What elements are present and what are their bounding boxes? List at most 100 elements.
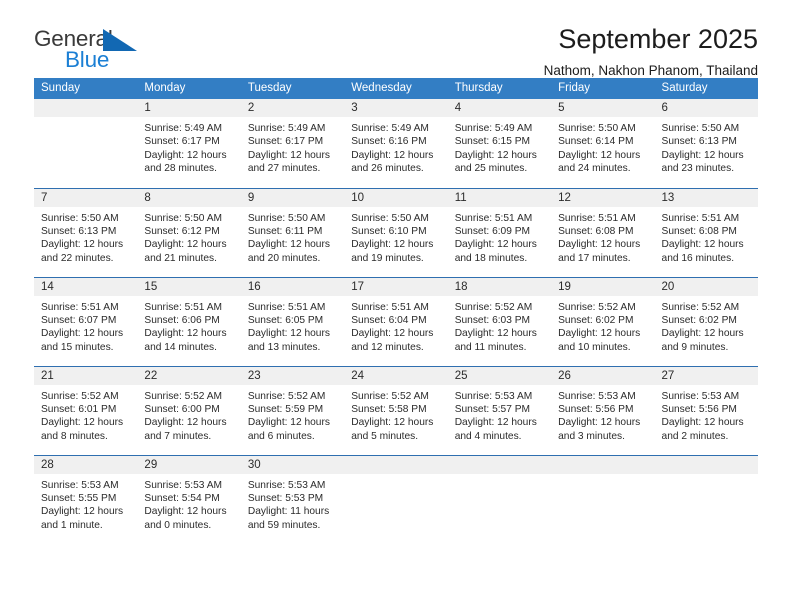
calendar-day-cell[interactable]: 2 Sunrise: 5:49 AM Sunset: 6:17 PM Daylight… [240, 99, 345, 188]
sunrise-text: Sunrise: 5:52 AM [144, 390, 223, 402]
calendar-day-cell[interactable]: 21 Sunrise: 5:52 AM Sunset: 6:01 PM Dayligh… [34, 365, 138, 455]
day-cell-details: Sunrise: 5:49 AM Sunset: 6:17 PM Daylight:… [137, 117, 240, 176]
daylight-text: Daylight: 12 hours and 8 minutes. [41, 417, 124, 442]
page-header: General Blue September 2025 Nathom, Nakh… [34, 0, 758, 78]
page-title: September 2025 [558, 24, 758, 54]
day-number: 8 [137, 188, 241, 207]
day-cell-details: Sunrise: 5:53 AM Sunset: 5:55 PM Daylight:… [34, 474, 137, 533]
calendar-day-cell[interactable]: 19 Sunrise: 5:52 AM Sunset: 6:02 PM Dayligh… [551, 276, 655, 366]
calendar-day-cell[interactable]: 30 Sunrise: 5:53 AM Sunset: 5:53 PM Dayligh… [240, 454, 345, 544]
daylight-text: Daylight: 12 hours and 27 minutes. [247, 149, 330, 175]
day-number: 26 [551, 366, 655, 385]
day-cell-details: Sunrise: 5:50 AM Sunset: 6:10 PM Daylight:… [344, 207, 447, 266]
calendar-day-cell[interactable]: 13 Sunrise: 5:51 AM Sunset: 6:08 PM Dayligh… [654, 187, 758, 277]
daylight-text: Daylight: 12 hours and 9 minutes. [661, 328, 744, 353]
sunset-text: Sunset: 6:11 PM [247, 225, 323, 237]
day-number [344, 455, 448, 474]
daylight-text: Daylight: 12 hours and 7 minutes. [144, 417, 227, 442]
day-cell-inner: 11 Sunrise: 5:51 AM Sunset: 6:09 PM Dayligh… [447, 188, 552, 277]
weekday-header-wednesday: Wednesday [344, 78, 448, 99]
calendar-day-cell[interactable]: 16 Sunrise: 5:51 AM Sunset: 6:05 PM Dayligh… [240, 276, 345, 366]
day-cell-inner: 7 Sunrise: 5:50 AM Sunset: 6:13 PM Daylight… [34, 188, 138, 277]
daylight-text: Daylight: 12 hours and 16 minutes. [661, 239, 744, 264]
calendar-day-cell[interactable]: 10 Sunrise: 5:50 AM Sunset: 6:10 PM Dayligh… [344, 187, 448, 277]
calendar-day-cell[interactable]: 22 Sunrise: 5:52 AM Sunset: 6:00 PM Dayligh… [137, 365, 241, 455]
sunrise-text: Sunrise: 5:52 AM [247, 390, 326, 402]
calendar-day-cell[interactable]: 8 Sunrise: 5:50 AM Sunset: 6:12 PM Daylight… [137, 187, 241, 277]
calendar-week-row: 14 Sunrise: 5:51 AM Sunset: 6:07 PM Dayligh… [34, 276, 758, 366]
day-cell-inner: 8 Sunrise: 5:50 AM Sunset: 6:12 PM Daylight… [137, 188, 241, 277]
calendar-day-cell[interactable]: 18 Sunrise: 5:52 AM Sunset: 6:03 PM Dayligh… [447, 276, 552, 366]
day-cell-inner [654, 455, 758, 545]
sunset-text: Sunset: 5:57 PM [454, 403, 531, 415]
calendar-day-cell[interactable]: 14 Sunrise: 5:51 AM Sunset: 6:07 PM Dayligh… [34, 276, 138, 366]
calendar-day-cell[interactable]: 1 Sunrise: 5:49 AM Sunset: 6:17 PM Daylight… [137, 99, 241, 188]
calendar-page: General Blue September 2025 Nathom, Nakh… [0, 0, 792, 612]
daylight-text: Daylight: 12 hours and 12 minutes. [351, 328, 434, 353]
day-cell-details: Sunrise: 5:52 AM Sunset: 6:02 PM Daylight:… [655, 296, 758, 355]
calendar-day-cell[interactable]: 20 Sunrise: 5:52 AM Sunset: 6:02 PM Dayligh… [654, 276, 758, 366]
day-cell-inner: 5 Sunrise: 5:50 AM Sunset: 6:14 PM Daylight… [551, 99, 655, 188]
calendar-day-cell[interactable]: 9 Sunrise: 5:50 AM Sunset: 6:11 PM Daylight… [240, 187, 345, 277]
calendar-week-row: 1 Sunrise: 5:49 AM Sunset: 6:17 PM Daylight… [34, 99, 758, 188]
sunset-text: Sunset: 6:04 PM [351, 314, 427, 326]
calendar-day-cell[interactable]: 3 Sunrise: 5:49 AM Sunset: 6:16 PM Daylight… [344, 99, 448, 188]
calendar-day-cell[interactable]: 27 Sunrise: 5:53 AM Sunset: 5:56 PM Dayligh… [654, 365, 758, 455]
calendar-day-cell[interactable]: 17 Sunrise: 5:51 AM Sunset: 6:04 PM Dayligh… [344, 276, 448, 366]
day-cell-details: Sunrise: 5:51 AM Sunset: 6:05 PM Daylight:… [241, 296, 344, 355]
day-cell-details: Sunrise: 5:53 AM Sunset: 5:56 PM Daylight:… [655, 385, 758, 444]
day-number [654, 455, 758, 474]
sunset-text: Sunset: 6:12 PM [144, 225, 220, 237]
sunrise-text: Sunrise: 5:51 AM [247, 301, 326, 313]
calendar-day-cell[interactable]: 23 Sunrise: 5:52 AM Sunset: 5:59 PM Dayligh… [240, 365, 345, 455]
day-number [551, 455, 655, 474]
calendar-week-row: 7 Sunrise: 5:50 AM Sunset: 6:13 PM Daylight… [34, 187, 758, 277]
sunrise-text: Sunrise: 5:52 AM [454, 301, 533, 313]
calendar-week-row: 21 Sunrise: 5:52 AM Sunset: 6:01 PM Dayligh… [34, 365, 758, 455]
sunset-text: Sunset: 6:07 PM [41, 314, 117, 326]
day-cell-details: Sunrise: 5:50 AM Sunset: 6:14 PM Daylight:… [551, 117, 654, 176]
day-number: 21 [34, 366, 138, 385]
day-cell-inner: 20 Sunrise: 5:52 AM Sunset: 6:02 PM Dayligh… [654, 277, 758, 366]
day-cell-inner: 19 Sunrise: 5:52 AM Sunset: 6:02 PM Dayligh… [551, 277, 655, 366]
calendar-day-cell[interactable]: 26 Sunrise: 5:53 AM Sunset: 5:56 PM Dayligh… [551, 365, 655, 455]
daylight-text: Daylight: 12 hours and 11 minutes. [454, 328, 537, 353]
day-cell-inner: 3 Sunrise: 5:49 AM Sunset: 6:16 PM Daylight… [344, 99, 448, 188]
sunset-text: Sunset: 6:03 PM [454, 314, 531, 326]
calendar-day-cell[interactable]: 24 Sunrise: 5:52 AM Sunset: 5:58 PM Dayligh… [344, 365, 448, 455]
sunrise-text: Sunrise: 5:52 AM [41, 390, 119, 402]
calendar-table: Sunday Monday Tuesday Wednesday Thursday… [34, 78, 758, 544]
daylight-text: Daylight: 12 hours and 13 minutes. [247, 328, 330, 353]
day-number: 18 [447, 277, 552, 296]
general-blue-logo[interactable]: General Blue [34, 22, 152, 74]
day-cell-details: Sunrise: 5:51 AM Sunset: 6:04 PM Daylight:… [344, 296, 447, 355]
daylight-text: Daylight: 12 hours and 6 minutes. [247, 417, 330, 442]
weekday-header-row: Sunday Monday Tuesday Wednesday Thursday… [34, 78, 758, 99]
calendar-body: 1 Sunrise: 5:49 AM Sunset: 6:17 PM Daylight… [34, 99, 758, 544]
sunset-text: Sunset: 6:02 PM [558, 314, 634, 326]
daylight-text: Daylight: 12 hours and 26 minutes. [351, 149, 434, 175]
calendar-day-cell[interactable]: 7 Sunrise: 5:50 AM Sunset: 6:13 PM Daylight… [34, 187, 138, 277]
daylight-text: Daylight: 12 hours and 14 minutes. [144, 328, 227, 353]
sunset-text: Sunset: 5:56 PM [558, 403, 634, 415]
day-number: 2 [240, 99, 345, 117]
day-cell-details: Sunrise: 5:49 AM Sunset: 6:15 PM Daylight:… [448, 117, 551, 176]
day-number: 1 [137, 99, 241, 117]
calendar-day-cell[interactable]: 6 Sunrise: 5:50 AM Sunset: 6:13 PM Daylight… [654, 99, 758, 188]
calendar-day-cell[interactable]: 29 Sunrise: 5:53 AM Sunset: 5:54 PM Dayligh… [137, 454, 241, 545]
sunset-text: Sunset: 6:01 PM [41, 403, 117, 415]
calendar-day-cell[interactable]: 5 Sunrise: 5:50 AM Sunset: 6:14 PM Daylight… [551, 99, 655, 188]
day-cell-details: Sunrise: 5:52 AM Sunset: 6:00 PM Daylight:… [137, 385, 240, 444]
calendar-day-cell[interactable]: 11 Sunrise: 5:51 AM Sunset: 6:09 PM Dayligh… [447, 187, 552, 277]
calendar-day-cell[interactable]: 28 Sunrise: 5:53 AM Sunset: 5:55 PM Dayligh… [34, 454, 138, 544]
day-cell-inner: 29 Sunrise: 5:53 AM Sunset: 5:54 PM Dayligh… [137, 455, 241, 545]
sunrise-text: Sunrise: 5:49 AM [351, 123, 429, 134]
calendar-day-cell[interactable]: 15 Sunrise: 5:51 AM Sunset: 6:06 PM Dayligh… [137, 276, 241, 366]
day-cell-details: Sunrise: 5:50 AM Sunset: 6:13 PM Daylight:… [655, 117, 758, 176]
calendar-day-cell[interactable]: 25 Sunrise: 5:53 AM Sunset: 5:57 PM Dayligh… [447, 365, 552, 455]
calendar-day-cell[interactable]: 12 Sunrise: 5:51 AM Sunset: 6:08 PM Dayligh… [551, 187, 655, 277]
calendar-day-cell[interactable]: 4 Sunrise: 5:49 AM Sunset: 6:15 PM Daylight… [447, 99, 552, 188]
day-number [34, 99, 138, 117]
sunset-text: Sunset: 6:05 PM [247, 314, 324, 326]
sunrise-text: Sunrise: 5:49 AM [144, 123, 223, 134]
